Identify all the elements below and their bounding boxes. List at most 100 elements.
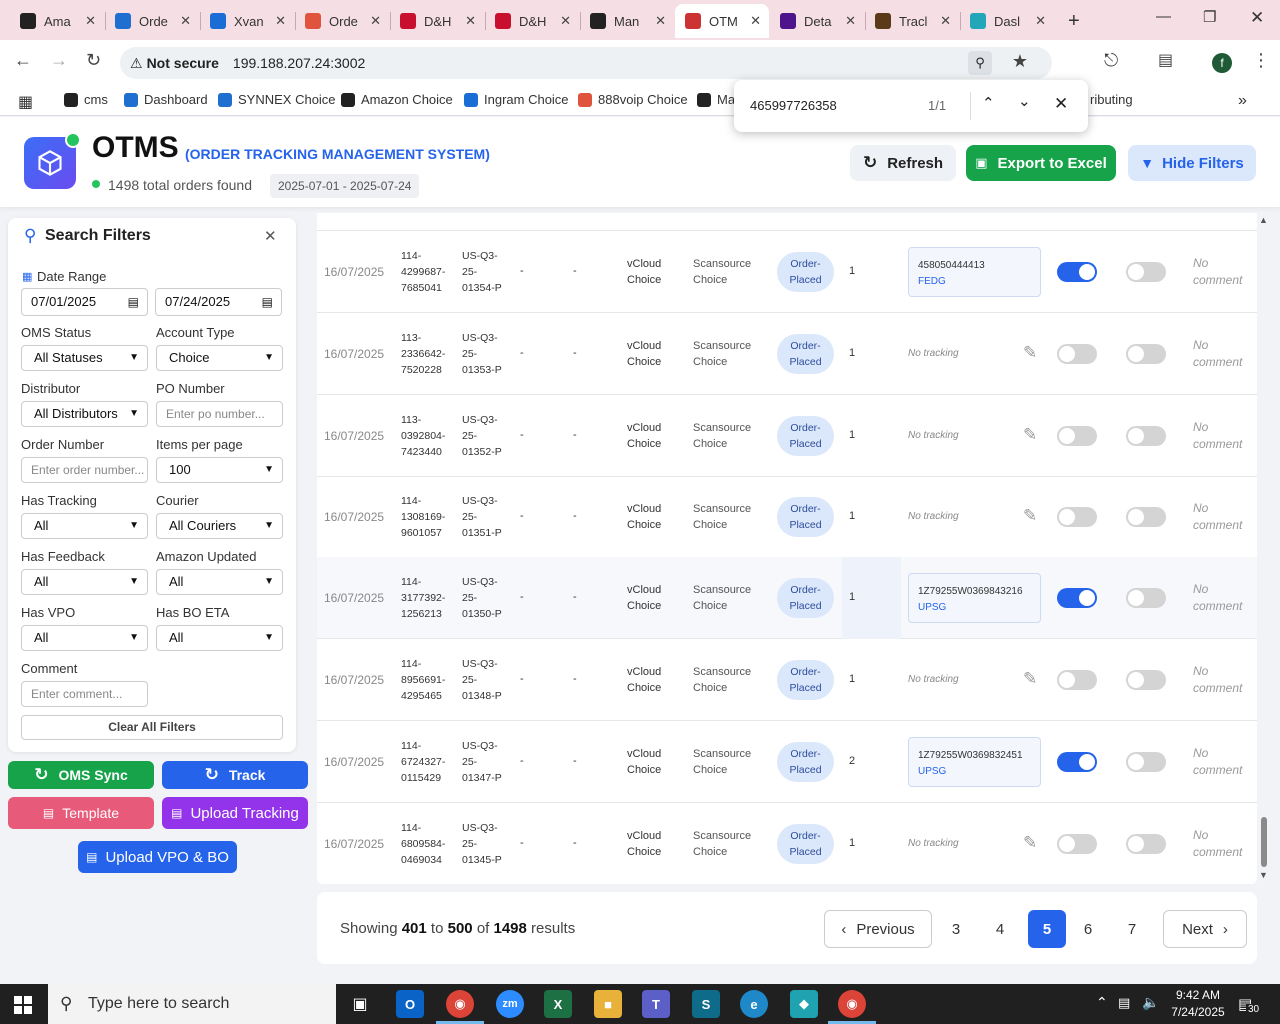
close-tab-icon[interactable]: ✕	[85, 13, 96, 29]
network-icon[interactable]: ▤	[1118, 995, 1130, 1011]
tracking-toggle[interactable]	[1057, 752, 1097, 772]
edit-pencil-icon[interactable]: ✎	[1023, 425, 1037, 445]
feedback-toggle[interactable]	[1126, 344, 1166, 364]
bookmark-item[interactable]: Amazon Choice	[341, 92, 453, 107]
close-filters-icon[interactable]: ✕	[264, 227, 277, 245]
tracking-number[interactable]: 1Z79255W0369832451	[918, 748, 1040, 764]
browser-tab[interactable]: Orde ✕	[295, 4, 389, 38]
hide-filters-button[interactable]: ▼ Hide Filters	[1128, 145, 1256, 181]
comment-text[interactable]: No comment	[1193, 255, 1242, 289]
feedback-toggle[interactable]	[1126, 752, 1166, 772]
has-feedback-select[interactable]: All ▼	[21, 569, 148, 595]
omnibox[interactable]: ⚠ Not secure 199.188.207.24:3002 ⚲ ★	[120, 47, 1052, 79]
close-tab-icon[interactable]: ✕	[940, 13, 951, 29]
minimize-window-icon[interactable]: —	[1156, 8, 1171, 25]
feedback-toggle[interactable]	[1126, 588, 1166, 608]
track-button[interactable]: ↻ Track	[162, 761, 308, 789]
tracking-toggle[interactable]	[1057, 507, 1097, 527]
tracking-box[interactable]: 458050444413 FEDG	[908, 247, 1041, 297]
close-tab-icon[interactable]: ✕	[370, 13, 381, 29]
close-tab-icon[interactable]: ✕	[180, 13, 191, 29]
close-tab-icon[interactable]: ✕	[750, 13, 761, 29]
courier-select[interactable]: All Couriers ▼	[156, 513, 283, 539]
windows-start-icon[interactable]	[14, 996, 32, 1014]
bookmark-star-icon[interactable]: ★	[1012, 51, 1028, 72]
browser-tab[interactable]: Man ✕	[580, 4, 674, 38]
has-bo-eta-select[interactable]: All ▼	[156, 625, 283, 651]
zoom-icon[interactable]: zm	[496, 990, 524, 1018]
bookmark-item[interactable]: Dashboard	[124, 92, 208, 107]
feedback-toggle[interactable]	[1126, 670, 1166, 690]
tracking-toggle[interactable]	[1057, 670, 1097, 690]
upload-vpo-bo-button[interactable]: ▤ Upload VPO & BO	[78, 841, 237, 873]
menu-kebab-icon[interactable]: ⋮	[1252, 50, 1270, 71]
comment-text[interactable]: No comment	[1193, 337, 1242, 371]
browser-tab[interactable]: Orde ✕	[105, 4, 199, 38]
chrome-icon[interactable]: ◉	[446, 990, 474, 1018]
order-number-input[interactable]: Enter order number...	[21, 457, 148, 483]
amazon-updated-select[interactable]: All ▼	[156, 569, 283, 595]
comment-text[interactable]: No comment	[1193, 581, 1242, 615]
comment-text[interactable]: No comment	[1193, 745, 1242, 779]
tracking-toggle[interactable]	[1057, 426, 1097, 446]
distributor-select[interactable]: All Distributors ▼	[21, 401, 148, 427]
feedback-toggle[interactable]	[1126, 262, 1166, 282]
bookmark-item[interactable]: SYNNEX Choice	[218, 92, 336, 107]
oms-status-select[interactable]: All Statuses ▼	[21, 345, 148, 371]
table-row[interactable]: 16/07/2025 114- 6809584- 0469034 US-Q3- 25- 01…	[317, 803, 1257, 884]
tracking-toggle[interactable]	[1057, 262, 1097, 282]
bookmark-item[interactable]: Ma	[697, 92, 735, 107]
reload-icon[interactable]: ↻	[86, 50, 101, 71]
feedback-toggle[interactable]	[1126, 834, 1166, 854]
bookmark-item[interactable]: 888voip Choice	[578, 92, 688, 107]
comment-text[interactable]: No comment	[1193, 419, 1242, 453]
browser-tab[interactable]: Ama ✕	[10, 4, 104, 38]
has-tracking-select[interactable]: All ▼	[21, 513, 148, 539]
page-number-button[interactable]: 7	[1113, 910, 1151, 948]
scroll-down-icon[interactable]: ▼	[1259, 870, 1268, 880]
page-number-button[interactable]: 6	[1069, 910, 1107, 948]
browser-tab[interactable]: D&H ✕	[485, 4, 579, 38]
lens-icon[interactable]: ⚲	[968, 51, 992, 75]
upload-tracking-button[interactable]: ▤ Upload Tracking	[162, 797, 308, 829]
bookmark-item[interactable]: Ingram Choice	[464, 92, 569, 107]
clock-date[interactable]: 7/24/2025	[1166, 1005, 1230, 1019]
table-row[interactable]: 16/07/2025 114- 3177392- 1256213 US-Q3- 25- 01…	[317, 557, 1257, 639]
taskbar-search-box[interactable]: ⚲ Type here to search	[48, 984, 336, 1024]
back-icon[interactable]: ←	[14, 50, 32, 71]
browser-tab[interactable]: Dasl ✕	[960, 4, 1054, 38]
feedback-toggle[interactable]	[1126, 426, 1166, 446]
bookmark-overflow-label[interactable]: ributing	[1090, 92, 1133, 107]
outlook-icon[interactable]: O	[396, 990, 424, 1018]
find-next-icon[interactable]: ⌄	[1018, 92, 1031, 110]
tracking-box[interactable]: 1Z79255W0369843216 UPSG	[908, 573, 1041, 623]
refresh-button[interactable]: ↻ Refresh	[850, 145, 956, 181]
tracking-toggle[interactable]	[1057, 588, 1097, 608]
clock-time[interactable]: 9:42 AM	[1172, 988, 1224, 1002]
comment-text[interactable]: No comment	[1193, 827, 1242, 861]
oms-sync-button[interactable]: ↻ OMS Sync	[8, 761, 154, 789]
items-per-page-select[interactable]: 100 ▼	[156, 457, 283, 483]
bookmark-item[interactable]: cms	[64, 92, 108, 107]
close-tab-icon[interactable]: ✕	[845, 13, 856, 29]
close-tab-icon[interactable]: ✕	[1035, 13, 1046, 29]
find-input[interactable]: 465997726358	[750, 98, 837, 113]
find-previous-icon[interactable]: ⌃	[982, 94, 995, 112]
has-vpo-select[interactable]: All ▼	[21, 625, 148, 651]
comment-input[interactable]: Enter comment...	[21, 681, 148, 707]
chrome-icon[interactable]: ◉	[838, 990, 866, 1018]
profile-avatar[interactable]: f	[1212, 53, 1232, 73]
scroll-up-icon[interactable]: ▲	[1259, 215, 1268, 225]
apps-grid-icon[interactable]: ▦	[18, 92, 33, 112]
close-window-icon[interactable]: ✕	[1250, 8, 1264, 28]
table-row[interactable]: 16/07/2025 113- 0392804- 7423440 US-Q3- 25- 01…	[317, 395, 1257, 477]
table-row[interactable]: 16/07/2025 114- 4299687- 7685041 US-Q3- 25- 01…	[317, 231, 1257, 313]
extensions-icon[interactable]: ⎋	[1104, 50, 1118, 71]
volume-icon[interactable]: 🔈	[1142, 994, 1159, 1011]
file-explorer-icon[interactable]: ■	[594, 990, 622, 1018]
app-s-icon[interactable]: S	[692, 990, 720, 1018]
close-tab-icon[interactable]: ✕	[275, 13, 286, 29]
tracking-toggle[interactable]	[1057, 834, 1097, 854]
next-page-button[interactable]: Next ›	[1163, 910, 1247, 948]
edit-pencil-icon[interactable]: ✎	[1023, 833, 1037, 853]
